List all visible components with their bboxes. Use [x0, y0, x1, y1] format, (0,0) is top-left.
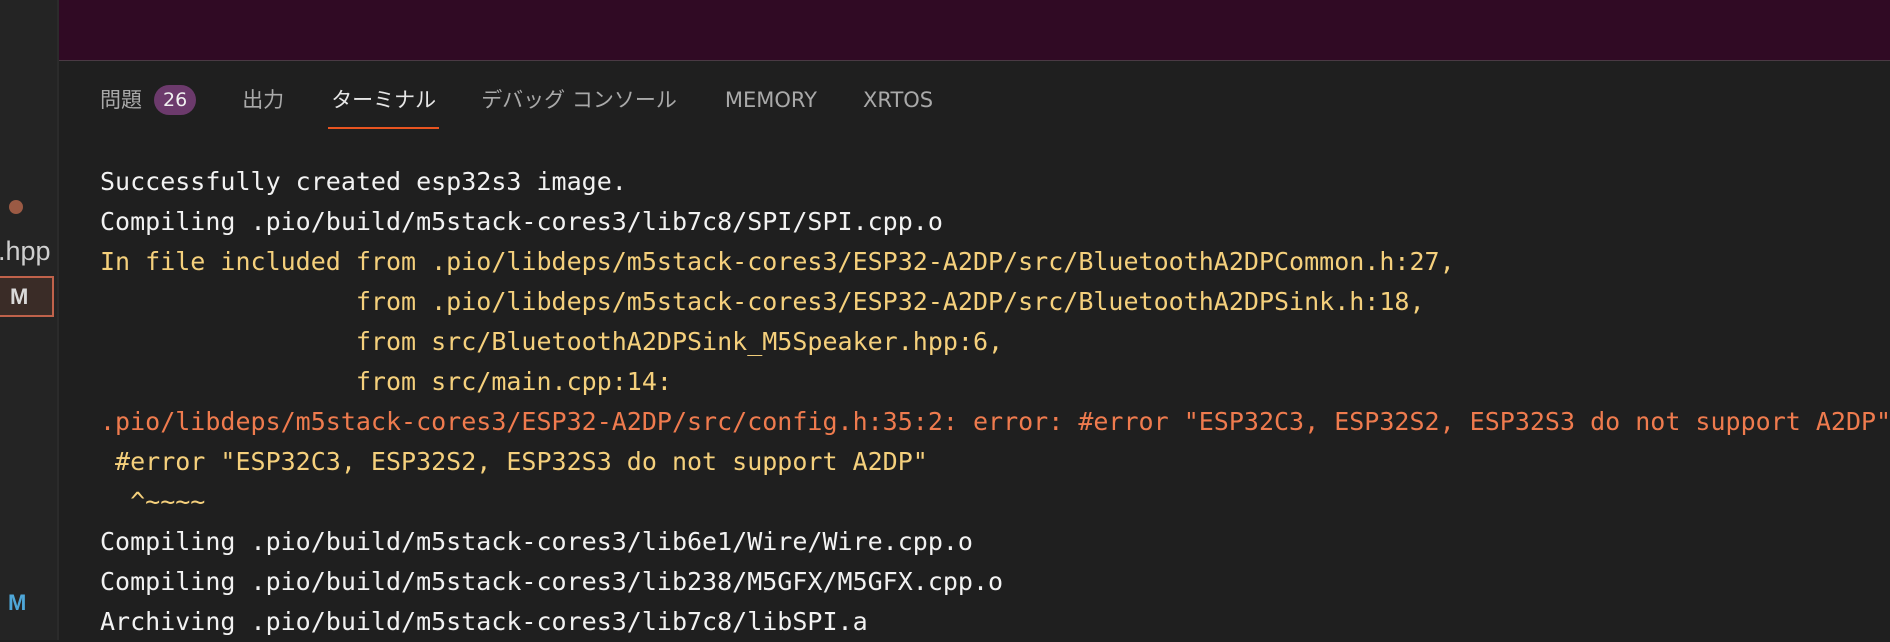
- tab-problems-label: 問題: [100, 88, 142, 112]
- editor-area: [59, 0, 1890, 61]
- tab-output[interactable]: 出力: [242, 79, 284, 129]
- terminal-line: from src/main.cpp:14:: [100, 367, 672, 396]
- terminal-line: Compiling .pio/build/m5stack-cores3/lib6…: [100, 527, 973, 556]
- tab-debug-console[interactable]: デバッグ コンソール: [481, 79, 677, 129]
- tab-terminal-label: ターミナル: [331, 88, 437, 112]
- tab-problems[interactable]: 問題 26: [100, 79, 197, 129]
- modified-status-letter: M: [8, 590, 27, 615]
- modified-badge[interactable]: M: [0, 276, 54, 317]
- terminal-output[interactable]: Successfully created esp32s3 image. Compi…: [100, 162, 1890, 642]
- problems-count-badge: 26: [154, 85, 197, 115]
- tab-terminal[interactable]: ターミナル: [328, 79, 440, 129]
- explorer-fragment: .hpp M M: [0, 0, 57, 640]
- terminal-line: Compiling .pio/build/m5stack-cores3/lib7…: [100, 207, 943, 236]
- panel-tabs: 問題 26 出力 ターミナル デバッグ コンソール MEMORY XRTOS: [59, 79, 933, 129]
- terminal-line: from .pio/libdeps/m5stack-cores3/ESP32-A…: [100, 287, 1425, 316]
- active-tab-indicator: [328, 127, 440, 129]
- terminal-line: In file included from .pio/libdeps/m5sta…: [100, 247, 1455, 276]
- tab-memory-label: MEMORY: [724, 88, 817, 112]
- terminal-line: ^~~~~: [100, 487, 206, 516]
- bottom-panel: 問題 26 出力 ターミナル デバッグ コンソール MEMORY XRTOS Su…: [59, 61, 1890, 640]
- tab-xrtos-label: XRTOS: [863, 88, 934, 112]
- tab-debug-console-label: デバッグ コンソール: [481, 88, 677, 112]
- terminal-line: #error "ESP32C3, ESP32S2, ESP32S3 do not…: [100, 447, 928, 476]
- terminal-line: Archiving .pio/build/m5stack-cores3/lib7…: [100, 607, 868, 636]
- tab-xrtos[interactable]: XRTOS: [863, 79, 933, 129]
- explorer-file-name[interactable]: .hpp: [0, 236, 51, 267]
- terminal-line: .pio/libdeps/m5stack-cores3/ESP32-A2DP/s…: [100, 407, 1890, 436]
- tab-output-label: 出力: [242, 88, 285, 112]
- modified-dot-icon: [9, 200, 23, 214]
- tab-memory[interactable]: MEMORY: [725, 79, 817, 129]
- terminal-line: from src/BluetoothA2DPSink_M5Speaker.hpp…: [100, 327, 1004, 356]
- terminal-line: Successfully created esp32s3 image.: [100, 167, 627, 196]
- terminal-line: Compiling .pio/build/m5stack-cores3/lib2…: [100, 567, 1004, 596]
